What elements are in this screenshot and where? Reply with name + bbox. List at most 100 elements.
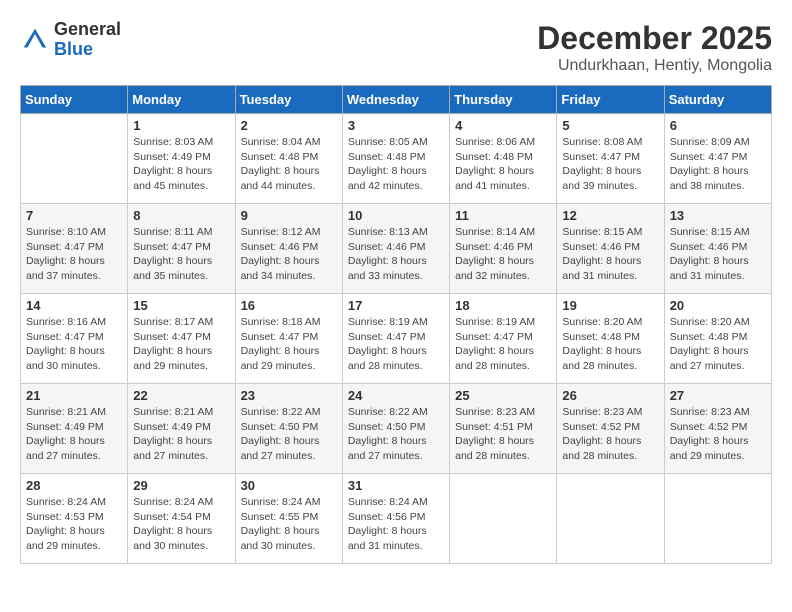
day-info: Sunrise: 8:23 AM Sunset: 4:51 PM Dayligh… — [455, 405, 551, 464]
calendar-cell: 5Sunrise: 8:08 AM Sunset: 4:47 PM Daylig… — [557, 114, 664, 204]
day-info: Sunrise: 8:24 AM Sunset: 4:54 PM Dayligh… — [133, 495, 229, 554]
calendar-cell: 4 Sunrise: 8:06 AM Sunset: 4:48 PM Daylig… — [450, 114, 557, 204]
day-info: Sunrise: 8:24 AM Sunset: 4:53 PM Dayligh… — [26, 495, 122, 554]
calendar-cell: 18 Sunrise: 8:19 AM Sunset: 4:47 PM Dayli… — [450, 294, 557, 384]
day-info: Sunrise: 8:06 AM Sunset: 4:48 PM Dayligh… — [455, 135, 551, 194]
day-number: 21 — [26, 388, 122, 403]
day-info: Sunrise: 8:13 AM Sunset: 4:46 PM Dayligh… — [348, 225, 444, 284]
day-number: 22 — [133, 388, 229, 403]
day-info: Sunrise: 8:15 AM Sunset: 4:46 PM Dayligh… — [670, 225, 766, 284]
calendar-cell: 31 Sunrise: 8:24 AM Sunset: 4:56 PM Dayli… — [342, 474, 449, 564]
calendar-cell — [664, 474, 771, 564]
day-number: 3 — [348, 118, 444, 133]
calendar-cell: 2Sunrise: 8:04 AM Sunset: 4:48 PM Daylig… — [235, 114, 342, 204]
calendar-cell: 29 Sunrise: 8:24 AM Sunset: 4:54 PM Dayli… — [128, 474, 235, 564]
day-info: Sunrise: 8:20 AM Sunset: 4:48 PM Dayligh… — [670, 315, 766, 374]
day-info: Sunrise: 8:23 AM Sunset: 4:52 PM Dayligh… — [670, 405, 766, 464]
title-block: December 2025 Undurkhaan, Hentiy, Mongol… — [537, 20, 772, 75]
day-number: 10 — [348, 208, 444, 223]
day-number: 23 — [241, 388, 337, 403]
calendar-cell: 19 Sunrise: 8:20 AM Sunset: 4:48 PM Dayli… — [557, 294, 664, 384]
day-of-week-header: Friday — [557, 86, 664, 114]
calendar-cell: 10 Sunrise: 8:13 AM Sunset: 4:46 PM Dayli… — [342, 204, 449, 294]
calendar-cell: 9 Sunrise: 8:12 AM Sunset: 4:46 PM Daylig… — [235, 204, 342, 294]
calendar-week-row: 14 Sunrise: 8:16 AM Sunset: 4:47 PM Dayli… — [21, 294, 772, 384]
calendar-cell: 11 Sunrise: 8:14 AM Sunset: 4:46 PM Dayli… — [450, 204, 557, 294]
calendar-cell: 25 Sunrise: 8:23 AM Sunset: 4:51 PM Dayli… — [450, 384, 557, 474]
day-info: Sunrise: 8:21 AM Sunset: 4:49 PM Dayligh… — [26, 405, 122, 464]
day-number: 17 — [348, 298, 444, 313]
calendar-table: SundayMondayTuesdayWednesdayThursdayFrid… — [20, 85, 772, 564]
calendar-cell: 1 Sunrise: 8:03 AM Sunset: 4:49 PM Daylig… — [128, 114, 235, 204]
day-of-week-header: Saturday — [664, 86, 771, 114]
day-info: Sunrise: 8:24 AM Sunset: 4:56 PM Dayligh… — [348, 495, 444, 554]
day-number: 12 — [562, 208, 658, 223]
calendar-cell: 14 Sunrise: 8:16 AM Sunset: 4:47 PM Dayli… — [21, 294, 128, 384]
calendar-cell: 21 Sunrise: 8:21 AM Sunset: 4:49 PM Dayli… — [21, 384, 128, 474]
day-number: 4 — [455, 118, 551, 133]
calendar-cell: 3 Sunrise: 8:05 AM Sunset: 4:48 PM Daylig… — [342, 114, 449, 204]
day-number: 6 — [670, 118, 766, 133]
calendar-cell: 20 Sunrise: 8:20 AM Sunset: 4:48 PM Dayli… — [664, 294, 771, 384]
day-number: 20 — [670, 298, 766, 313]
day-info: Sunrise: 8:19 AM Sunset: 4:47 PM Dayligh… — [455, 315, 551, 374]
day-of-week-header: Thursday — [450, 86, 557, 114]
calendar-cell: 28 Sunrise: 8:24 AM Sunset: 4:53 PM Dayli… — [21, 474, 128, 564]
calendar-cell — [21, 114, 128, 204]
day-number: 9 — [241, 208, 337, 223]
month-title: December 2025 — [537, 20, 772, 57]
day-number: 26 — [562, 388, 658, 403]
day-info: Sunrise: 8:09 AM Sunset: 4:47 PM Dayligh… — [670, 135, 766, 194]
day-number: 18 — [455, 298, 551, 313]
day-number: 28 — [26, 478, 122, 493]
day-number: 29 — [133, 478, 229, 493]
day-info: Sunrise: 8:05 AM Sunset: 4:48 PM Dayligh… — [348, 135, 444, 194]
day-number: 8 — [133, 208, 229, 223]
day-info: Sunrise: 8:22 AM Sunset: 4:50 PM Dayligh… — [348, 405, 444, 464]
day-info: Sunrise: 8:17 AM Sunset: 4:47 PM Dayligh… — [133, 315, 229, 374]
day-number: 14 — [26, 298, 122, 313]
day-number: 27 — [670, 388, 766, 403]
calendar-cell: 7 Sunrise: 8:10 AM Sunset: 4:47 PM Daylig… — [21, 204, 128, 294]
day-number: 24 — [348, 388, 444, 403]
calendar-week-row: 7 Sunrise: 8:10 AM Sunset: 4:47 PM Daylig… — [21, 204, 772, 294]
day-info: Sunrise: 8:22 AM Sunset: 4:50 PM Dayligh… — [241, 405, 337, 464]
day-number: 30 — [241, 478, 337, 493]
day-of-week-header: Monday — [128, 86, 235, 114]
day-info: Sunrise: 8:20 AM Sunset: 4:48 PM Dayligh… — [562, 315, 658, 374]
calendar-cell: 17Sunrise: 8:19 AM Sunset: 4:47 PM Dayli… — [342, 294, 449, 384]
day-number: 25 — [455, 388, 551, 403]
day-info: Sunrise: 8:11 AM Sunset: 4:47 PM Dayligh… — [133, 225, 229, 284]
calendar-cell: 13Sunrise: 8:15 AM Sunset: 4:46 PM Dayli… — [664, 204, 771, 294]
calendar-cell: 27 Sunrise: 8:23 AM Sunset: 4:52 PM Dayli… — [664, 384, 771, 474]
day-number: 2 — [241, 118, 337, 133]
day-of-week-header: Wednesday — [342, 86, 449, 114]
day-info: Sunrise: 8:03 AM Sunset: 4:49 PM Dayligh… — [133, 135, 229, 194]
day-info: Sunrise: 8:08 AM Sunset: 4:47 PM Dayligh… — [562, 135, 658, 194]
day-of-week-header: Sunday — [21, 86, 128, 114]
day-number: 15 — [133, 298, 229, 313]
day-info: Sunrise: 8:10 AM Sunset: 4:47 PM Dayligh… — [26, 225, 122, 284]
day-info: Sunrise: 8:16 AM Sunset: 4:47 PM Dayligh… — [26, 315, 122, 374]
day-info: Sunrise: 8:18 AM Sunset: 4:47 PM Dayligh… — [241, 315, 337, 374]
calendar-cell: 8 Sunrise: 8:11 AM Sunset: 4:47 PM Daylig… — [128, 204, 235, 294]
calendar-cell: 24 Sunrise: 8:22 AM Sunset: 4:50 PM Dayli… — [342, 384, 449, 474]
calendar-cell: 30 Sunrise: 8:24 AM Sunset: 4:55 PM Dayli… — [235, 474, 342, 564]
calendar-week-row: 1 Sunrise: 8:03 AM Sunset: 4:49 PM Daylig… — [21, 114, 772, 204]
page-header: General Blue December 2025 Undurkhaan, H… — [20, 20, 772, 75]
day-of-week-header: Tuesday — [235, 86, 342, 114]
day-number: 19 — [562, 298, 658, 313]
day-info: Sunrise: 8:12 AM Sunset: 4:46 PM Dayligh… — [241, 225, 337, 284]
day-number: 1 — [133, 118, 229, 133]
calendar-cell — [450, 474, 557, 564]
day-info: Sunrise: 8:24 AM Sunset: 4:55 PM Dayligh… — [241, 495, 337, 554]
day-number: 31 — [348, 478, 444, 493]
calendar-cell: 22Sunrise: 8:21 AM Sunset: 4:49 PM Dayli… — [128, 384, 235, 474]
day-number: 11 — [455, 208, 551, 223]
logo-text: General Blue — [54, 20, 121, 60]
calendar-cell: 23 Sunrise: 8:22 AM Sunset: 4:50 PM Dayli… — [235, 384, 342, 474]
day-info: Sunrise: 8:15 AM Sunset: 4:46 PM Dayligh… — [562, 225, 658, 284]
day-info: Sunrise: 8:14 AM Sunset: 4:46 PM Dayligh… — [455, 225, 551, 284]
calendar-header-row: SundayMondayTuesdayWednesdayThursdayFrid… — [21, 86, 772, 114]
day-number: 7 — [26, 208, 122, 223]
